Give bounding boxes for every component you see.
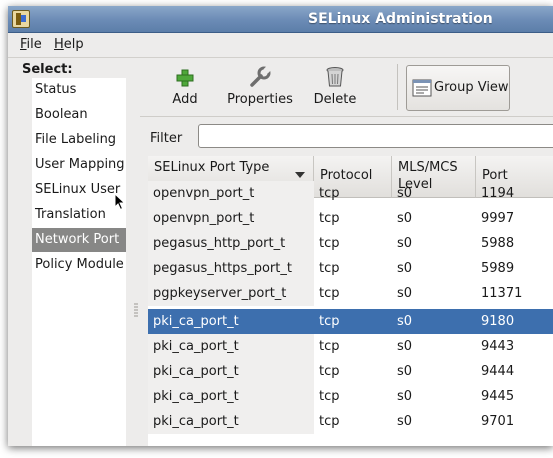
level-cell: s0 [397,414,413,429]
port-cell: 9443 [481,339,515,354]
port-cell: 1194 [481,186,515,201]
sidebar-item-network-port[interactable]: Network Port [32,228,126,252]
port-type-cell: pki_ca_port_t [153,314,239,329]
level-cell: s0 [397,236,413,251]
selinux-app-icon[interactable] [12,10,30,28]
delete-button[interactable]: Delete [310,64,360,112]
level-cell: s0 [397,389,413,404]
protocol-cell: tcp [319,186,340,201]
menu-bar: File Help [8,33,553,58]
protocol-cell: tcp [319,261,340,276]
protocol-cell: tcp [319,211,340,226]
protocol-cell: tcp [319,364,340,379]
sidebar-list: Status Boolean File Labeling User Mappin… [32,78,126,446]
protocol-cell: tcp [319,414,340,429]
table-row[interactable]: pegasus_http_port_t tcp s0 5988 [148,231,553,256]
delete-label: Delete [313,92,357,107]
select-heading: Select: [22,62,73,77]
port-type-cell: pgpkeyserver_port_t [153,286,287,301]
sidebar-item-user-mapping[interactable]: User Mapping [32,153,126,177]
port-type-cell: pki_ca_port_t [153,414,239,429]
sidebar-item-boolean[interactable]: Boolean [32,103,126,127]
pane-resize-grip-icon[interactable] [133,302,139,318]
port-type-cell: pki_ca_port_t [153,389,239,404]
green-plus-icon [176,69,194,87]
level-cell: s0 [397,261,413,276]
table-row[interactable]: pgpkeyserver_port_t tcp s0 11371 [148,281,553,306]
toolbar: Add Properties Delete Group View [140,58,553,117]
table-row[interactable]: pki_ca_port_t tcp s0 9701 [148,409,553,434]
level-cell: s0 [397,339,413,354]
port-cell: 9701 [481,414,515,429]
menu-file[interactable]: File [20,37,42,52]
protocol-cell: tcp [319,286,340,301]
column-header-label: SELinux Port Type [154,160,270,175]
sidebar-item-status[interactable]: Status [32,78,126,102]
title-bar[interactable]: SELinux Administration [8,6,553,33]
sidebar-item-translation[interactable]: Translation [32,203,126,227]
list-view-icon [412,79,432,97]
port-cell: 9997 [481,211,515,226]
level-cell: s0 [397,364,413,379]
properties-label: Properties [227,92,293,107]
sidebar-item-selinux-user[interactable]: SELinux User [32,178,126,202]
port-cell: 5988 [481,236,515,251]
filter-input[interactable] [198,124,553,148]
group-view-label: Group View [434,80,509,95]
trash-can-icon [326,67,344,87]
port-table: SELinux Port Type Protocol MLS/MCS Level… [148,156,553,446]
protocol-cell: tcp [319,314,340,329]
port-cell: 9445 [481,389,515,404]
toolbar-separator [397,64,398,110]
sort-descending-icon [295,172,305,178]
port-cell: 9444 [481,364,515,379]
port-cell: 11371 [481,286,523,301]
port-type-cell: pki_ca_port_t [153,364,239,379]
port-type-cell: pegasus_https_port_t [153,261,292,276]
level-cell: s0 [397,211,413,226]
port-type-cell: pegasus_http_port_t [153,236,286,251]
window-title: SELinux Administration [308,11,493,27]
protocol-cell: tcp [319,389,340,404]
add-button[interactable]: Add [162,64,208,112]
port-type-cell: openvpn_port_t [153,186,255,201]
table-row[interactable]: pki_ca_port_t tcp s0 9444 [148,359,553,384]
table-row[interactable]: pki_ca_port_t tcp s0 9445 [148,384,553,409]
table-row[interactable]: openvpn_port_t tcp s0 1194 [148,181,553,206]
sidebar-item-policy-module[interactable]: Policy Module [32,253,126,277]
port-cell: 9180 [481,314,515,329]
level-cell: s0 [397,186,413,201]
properties-button[interactable]: Properties [224,64,296,112]
mouse-pointer-icon [114,193,126,211]
port-cell: 5989 [481,261,515,276]
level-cell: s0 [397,286,413,301]
application-window: SELinux Administration File Help Select:… [8,6,553,446]
filter-label: Filter [150,131,183,146]
protocol-cell: tcp [319,236,340,251]
sidebar: Select: Status Boolean File Labeling Use… [16,60,134,446]
port-type-cell: openvpn_port_t [153,211,255,226]
menu-help[interactable]: Help [54,37,84,52]
protocol-cell: tcp [319,339,340,354]
wrench-icon [250,66,272,87]
level-cell: s0 [397,314,413,329]
table-row[interactable]: pki_ca_port_t tcp s0 9443 [148,334,553,359]
group-view-button[interactable]: Group View [406,65,510,111]
sidebar-item-file-labeling[interactable]: File Labeling [32,128,126,152]
add-label: Add [172,92,198,107]
port-type-cell: pki_ca_port_t [153,339,239,354]
table-row[interactable]: pegasus_https_port_t tcp s0 5989 [148,256,553,281]
main-panel: Add Properties Delete Group View Filter … [134,58,553,446]
table-row[interactable]: pki_ca_port_t tcp s0 9180 [148,309,553,334]
table-row[interactable]: openvpn_port_t tcp s0 9997 [148,206,553,231]
